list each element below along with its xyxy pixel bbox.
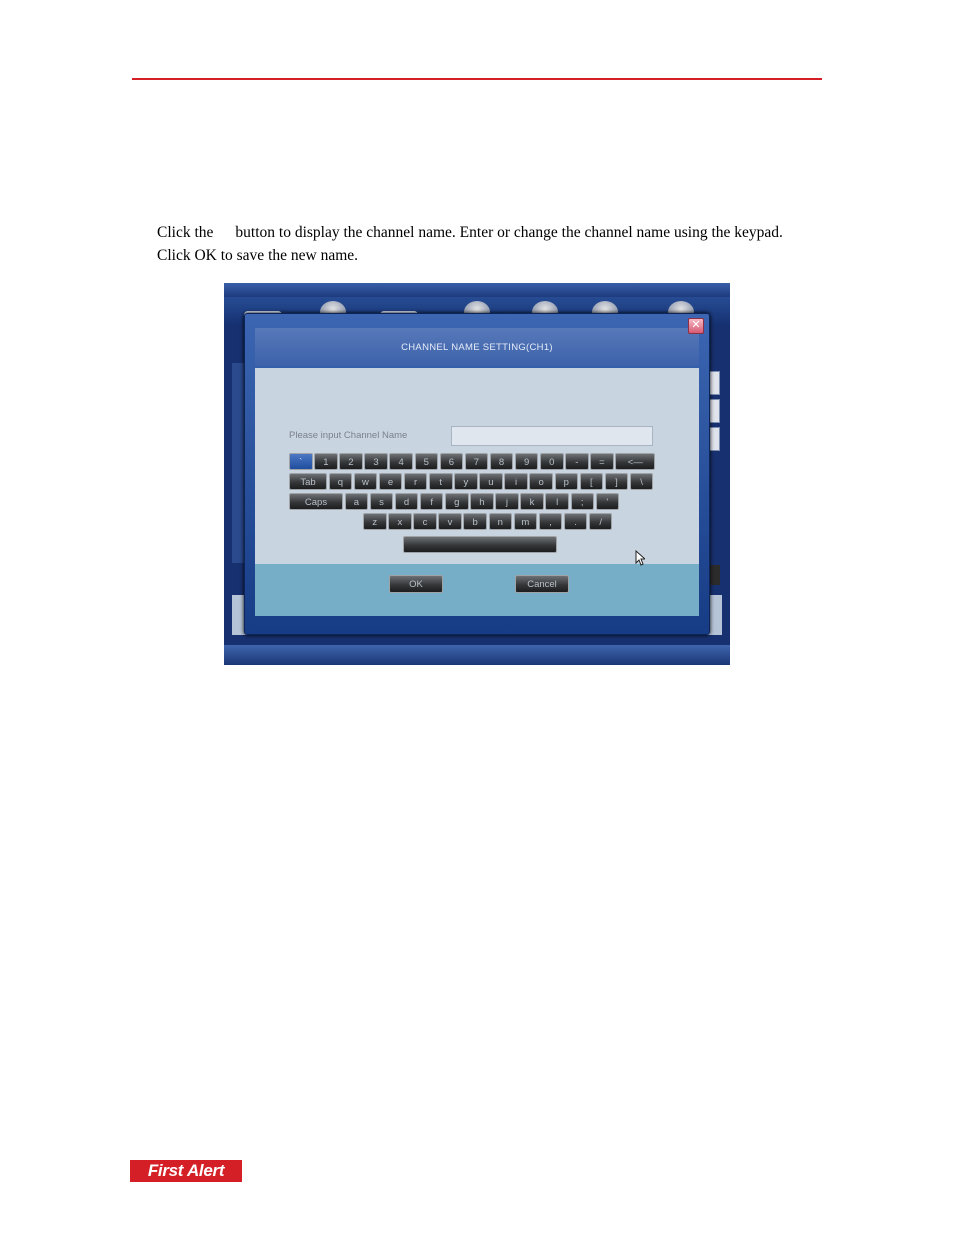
key-1-0[interactable]: Tab: [289, 473, 327, 490]
key-3-8[interactable]: .: [563, 513, 588, 530]
key-0-3[interactable]: 3: [364, 453, 388, 470]
channel-name-dialog: CHANNEL NAME SETTING(CH1) ✕ Please input…: [244, 313, 710, 635]
key-1-10[interactable]: p: [554, 473, 578, 490]
dialog-footer: OK Cancel: [255, 550, 699, 616]
key-1-4[interactable]: r: [403, 473, 428, 490]
dvr-screenshot: CHANNEL NAME SETTING(CH1) ✕ Please input…: [224, 283, 730, 665]
key-1-3[interactable]: e: [378, 473, 403, 490]
key-3-0[interactable]: z: [363, 513, 387, 530]
mouse-cursor-icon: [635, 550, 645, 566]
instruction-paragraph: Click the button to display the channel n…: [157, 222, 817, 267]
key-0-8[interactable]: 8: [489, 453, 514, 470]
channel-name-label: Please input Channel Name: [289, 430, 408, 441]
key-3-9[interactable]: /: [588, 513, 613, 530]
key-2-11[interactable]: ': [595, 493, 620, 510]
key-1-2[interactable]: w: [353, 473, 378, 490]
key-3-1[interactable]: x: [388, 513, 412, 530]
key-1-12[interactable]: ]: [604, 473, 629, 490]
key-0-6[interactable]: 6: [439, 453, 464, 470]
key-2-0[interactable]: Caps: [289, 493, 343, 510]
first-alert-logo: First Alert: [130, 1160, 242, 1182]
key-1-13[interactable]: \: [629, 473, 654, 490]
key-0-4[interactable]: 4: [389, 453, 413, 470]
key-0-9[interactable]: 9: [514, 453, 539, 470]
key-0-12[interactable]: =: [590, 453, 614, 470]
header-rule: [132, 78, 822, 80]
dialog-title: CHANNEL NAME SETTING(CH1): [255, 328, 699, 366]
key-3-6[interactable]: m: [513, 513, 538, 530]
key-0-13[interactable]: <—: [615, 453, 656, 470]
key-0-7[interactable]: 7: [464, 453, 489, 470]
key-0-0[interactable]: `: [289, 453, 313, 470]
cancel-button[interactable]: Cancel: [515, 575, 569, 593]
key-1-6[interactable]: y: [454, 473, 478, 490]
key-3-3[interactable]: v: [438, 513, 462, 530]
key-2-2[interactable]: s: [369, 493, 394, 510]
key-1-1[interactable]: q: [328, 473, 353, 490]
key-0-10[interactable]: 0: [540, 453, 564, 470]
key-3-2[interactable]: c: [413, 513, 437, 530]
screenshot-top-bar: [224, 283, 730, 297]
key-3-7[interactable]: ,: [538, 513, 563, 530]
key-1-9[interactable]: o: [529, 473, 553, 490]
key-3-5[interactable]: n: [488, 513, 512, 530]
key-2-6[interactable]: h: [470, 493, 494, 510]
key-2-4[interactable]: f: [419, 493, 444, 510]
key-2-9[interactable]: l: [545, 493, 569, 510]
dialog-body: Please input Channel Name ` 1 2 3 4 5 6 7 8 9 0- = <…: [255, 368, 699, 564]
screenshot-bottom-bar: [224, 645, 730, 665]
key-2-10[interactable]: ;: [570, 493, 594, 510]
ok-button[interactable]: OK: [389, 575, 443, 593]
key-space[interactable]: [403, 536, 557, 553]
right-side-button[interactable]: [710, 565, 720, 585]
key-0-2[interactable]: 2: [339, 453, 363, 470]
key-1-7[interactable]: u: [479, 473, 503, 490]
key-2-5[interactable]: g: [445, 493, 469, 510]
close-icon[interactable]: ✕: [688, 318, 704, 334]
key-0-1[interactable]: 1: [314, 453, 338, 470]
key-2-1[interactable]: a: [344, 493, 369, 510]
channel-name-input[interactable]: [451, 426, 653, 446]
key-2-3[interactable]: d: [394, 493, 419, 510]
key-3-4[interactable]: b: [463, 513, 487, 530]
key-1-5[interactable]: t: [429, 473, 453, 490]
key-1-11[interactable]: [: [579, 473, 604, 490]
key-1-8[interactable]: i: [504, 473, 528, 490]
key-2-7[interactable]: j: [495, 493, 519, 510]
key-0-11[interactable]: -: [565, 453, 589, 470]
instruction-text-after: button to display the channel name. Ente…: [157, 224, 783, 264]
key-2-8[interactable]: k: [520, 493, 544, 510]
key-0-5[interactable]: 5: [414, 453, 438, 470]
instruction-text-before: Click the: [157, 224, 214, 241]
